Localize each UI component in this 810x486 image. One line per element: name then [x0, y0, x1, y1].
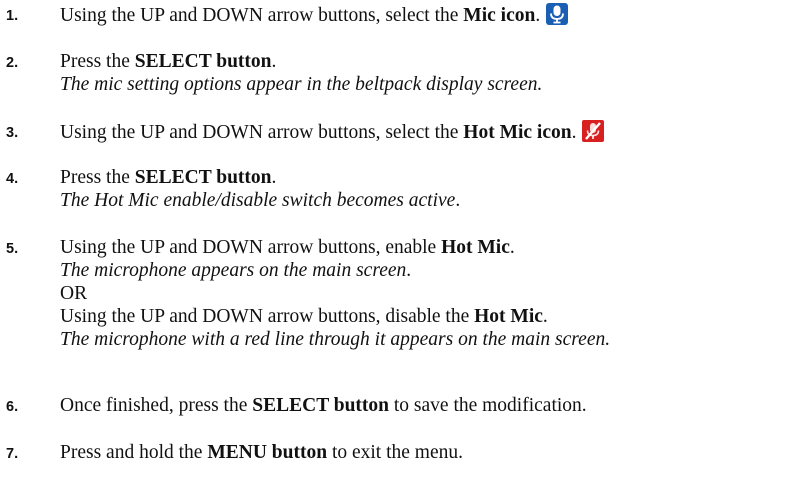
step-number: 3.: [6, 125, 19, 141]
step-number: 5.: [6, 241, 19, 257]
step-text: Using the UP and DOWN arrow buttons, sel…: [60, 3, 569, 31]
emphasis: Hot Mic icon: [463, 122, 572, 143]
step-number: 6.: [6, 399, 19, 415]
step-number: 1.: [6, 8, 19, 24]
hot-mic-muted-icon: [582, 120, 605, 148]
or-label: OR: [60, 283, 88, 304]
step-text: Using the UP and DOWN arrow buttons, ena…: [60, 237, 515, 258]
emphasis: Hot Mic: [441, 237, 510, 258]
step-result: The microphone appears on the main scree…: [60, 260, 412, 281]
step-text: Press the SELECT button.: [60, 51, 277, 72]
procedure-steps: 1. Using the UP and DOWN arrow buttons, …: [0, 0, 810, 486]
step-text: Using the UP and DOWN arrow buttons, sel…: [60, 120, 605, 148]
step-result: The mic setting options appear in the be…: [60, 74, 543, 95]
step-text: Once finished, press the SELECT button t…: [60, 395, 587, 416]
emphasis: SELECT button: [134, 51, 272, 72]
step-alt-text: Using the UP and DOWN arrow buttons, dis…: [60, 306, 548, 327]
emphasis: SELECT button: [252, 395, 389, 416]
step-number: 4.: [6, 171, 19, 187]
step-number: 7.: [6, 446, 19, 462]
emphasis: Mic icon: [463, 5, 536, 26]
emphasis: MENU button: [207, 442, 328, 463]
mic-icon: [546, 3, 569, 31]
step-number: 2.: [6, 55, 19, 71]
emphasis: Hot Mic: [474, 306, 543, 327]
step-text: Press the SELECT button.: [60, 167, 277, 188]
emphasis: SELECT button: [134, 167, 272, 188]
step-text: Press and hold the MENU button to exit t…: [60, 442, 463, 463]
step-alt-result: The microphone with a red line through i…: [60, 329, 611, 350]
step-result: The Hot Mic enable/disable switch become…: [60, 190, 461, 211]
